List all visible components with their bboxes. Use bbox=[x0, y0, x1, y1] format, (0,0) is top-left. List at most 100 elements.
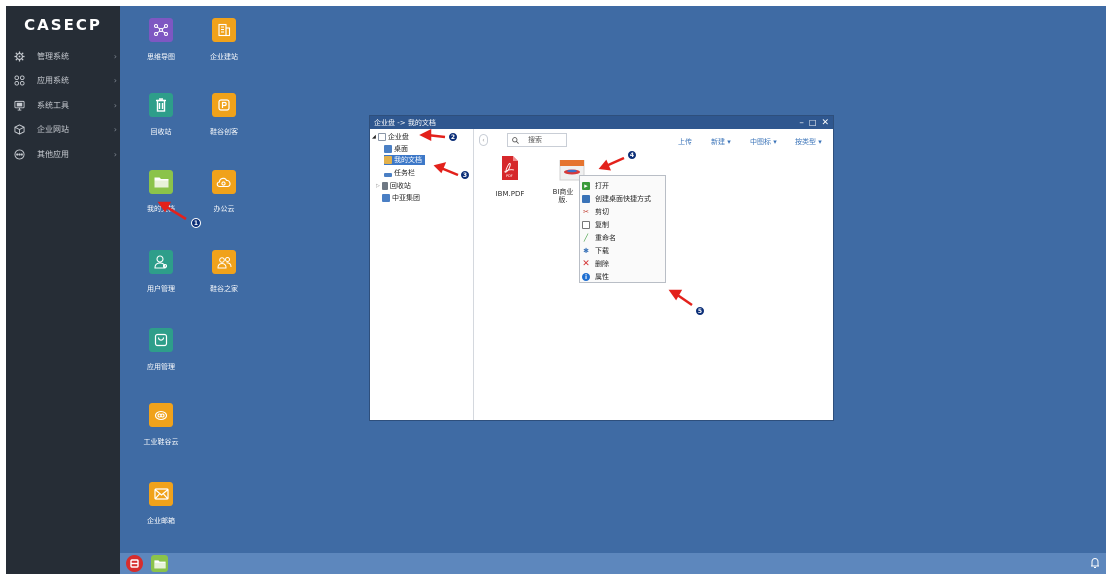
desktop-icon-site-builder[interactable]: 企业建站 bbox=[194, 18, 254, 62]
upload-button[interactable]: 上传 bbox=[678, 137, 692, 147]
view-size-dropdown[interactable]: 中图标 ▾ bbox=[750, 137, 777, 147]
apps-grid-icon bbox=[13, 75, 25, 87]
menu-item-create-shortcut[interactable]: 创建桌面快捷方式 bbox=[582, 194, 651, 204]
cut-icon: ✂ bbox=[583, 208, 589, 216]
chevron-right-icon: › bbox=[113, 100, 117, 110]
annotation-badge-5: 5 bbox=[695, 306, 705, 316]
desktop-icon-app-management[interactable]: 应用管理 bbox=[131, 328, 191, 372]
desktop-icon-recycle-bin[interactable]: 回收站 bbox=[131, 93, 191, 137]
desktop-icon-user-management[interactable]: 用户管理 bbox=[131, 250, 191, 294]
sidebar-item-management[interactable]: 管理系统 › bbox=[6, 44, 120, 69]
desktop-icon-mindmap[interactable]: 思维导图 bbox=[131, 18, 191, 62]
tree-node-label: 我的文档 bbox=[394, 156, 422, 164]
annotation-badge-2: 2 bbox=[448, 132, 458, 142]
desktop-icon-mail[interactable]: 企业邮箱 bbox=[131, 482, 191, 526]
chevron-right-icon: › bbox=[113, 76, 117, 86]
svg-text:PDF: PDF bbox=[506, 174, 513, 178]
close-icon[interactable]: ✕ bbox=[821, 118, 829, 128]
tree-node-taskbar[interactable]: 任务栏 bbox=[384, 168, 415, 178]
group-icon bbox=[212, 250, 236, 274]
rename-icon: ╱ bbox=[583, 234, 589, 242]
expand-icon: ◢ bbox=[372, 134, 376, 140]
industry-cloud-icon bbox=[149, 403, 173, 427]
sidebar-item-label: 其他应用 bbox=[37, 149, 69, 159]
tree-node-label: 中亚集团 bbox=[392, 194, 420, 202]
cloud-icon bbox=[212, 170, 236, 194]
logo: CASECP bbox=[24, 16, 102, 34]
context-menu: ▸ 打开 创建桌面快捷方式 ✂ 剪切 复制 ╱ 重命名 ✱ 下载 ✕ 删除 i … bbox=[579, 175, 666, 283]
sidebar-item-tools[interactable]: 系统工具 › bbox=[6, 93, 120, 118]
file-name: IBM.PDF bbox=[495, 190, 525, 198]
bag-icon bbox=[149, 328, 173, 352]
desktop-screen-icon bbox=[384, 145, 392, 153]
sort-dropdown[interactable]: 按类型 ▾ bbox=[795, 137, 822, 147]
sidebar-item-website[interactable]: 企业网站 › bbox=[6, 118, 120, 143]
tree-node-desktop[interactable]: 桌面 bbox=[384, 144, 408, 154]
drive-icon bbox=[377, 133, 386, 141]
menu-item-label: 删除 bbox=[595, 260, 609, 268]
minimize-icon[interactable]: – bbox=[799, 118, 804, 128]
desktop-icon-label: 应用管理 bbox=[147, 363, 175, 371]
taskbar bbox=[120, 553, 1106, 574]
tree-node-group[interactable]: 中亚集团 bbox=[382, 193, 420, 203]
info-icon: i bbox=[582, 273, 590, 281]
desktop-icon-industry-cloud[interactable]: 工业鞋谷云 bbox=[131, 403, 191, 447]
mail-icon bbox=[149, 482, 173, 506]
sidebar-item-label: 系统工具 bbox=[37, 100, 69, 110]
menu-item-rename[interactable]: ╱ 重命名 bbox=[582, 233, 616, 243]
desktop-icon-label: 思维导图 bbox=[147, 53, 175, 61]
desktop-icon-office-cloud[interactable]: 办公云 bbox=[194, 170, 254, 214]
menu-item-copy[interactable]: 复制 bbox=[582, 220, 609, 230]
menu-item-delete[interactable]: ✕ 删除 bbox=[582, 259, 609, 269]
menu-item-open[interactable]: ▸ 打开 bbox=[582, 181, 609, 191]
chevron-right-icon: › bbox=[113, 149, 117, 159]
pdf-file-icon: PDF bbox=[502, 156, 518, 180]
menu-item-label: 打开 bbox=[595, 182, 609, 190]
menu-item-label: 属性 bbox=[595, 273, 609, 281]
desktop-icon-label: 工业鞋谷云 bbox=[143, 438, 179, 446]
taskbar-my-documents-button[interactable] bbox=[151, 555, 168, 572]
menu-item-label: 复制 bbox=[595, 221, 609, 229]
folder-icon bbox=[384, 156, 392, 164]
menu-item-label: 创建桌面快捷方式 bbox=[595, 195, 651, 203]
tree-node-enterprise-drive[interactable]: ◢ 企业盘 bbox=[372, 132, 409, 142]
sidebar-item-apps[interactable]: 应用系统 › bbox=[6, 69, 120, 94]
tree-node-my-documents[interactable]: 我的文档 bbox=[384, 155, 425, 165]
taskbar-start-button[interactable] bbox=[126, 555, 143, 572]
tree-node-recycle-bin[interactable]: ▷ 回收站 bbox=[376, 181, 411, 191]
menu-item-label: 剪切 bbox=[595, 208, 609, 216]
sidebar-item-label: 应用系统 bbox=[37, 76, 69, 86]
monitor-icon bbox=[13, 99, 25, 111]
tree-node-label: 回收站 bbox=[389, 182, 411, 190]
desktop-icon-label: 企业邮箱 bbox=[147, 517, 175, 525]
search-input[interactable]: 搜索 bbox=[507, 133, 567, 147]
maximize-icon[interactable]: □ bbox=[809, 118, 817, 127]
bell-icon[interactable] bbox=[1090, 557, 1100, 572]
annotation-badge-1: 1 bbox=[191, 218, 201, 228]
new-dropdown[interactable]: 新建 ▾ bbox=[711, 137, 731, 147]
user-icon bbox=[149, 250, 173, 274]
annotation-badge-3: 3 bbox=[460, 170, 470, 180]
annotation-badge-4: 4 bbox=[627, 150, 637, 160]
window-title-bar[interactable]: 企业盘 -> 我的文档 – □ ✕ bbox=[370, 116, 833, 129]
menu-item-cut[interactable]: ✂ 剪切 bbox=[582, 207, 609, 217]
desktop-icon-maker[interactable]: 鞋谷创客 bbox=[194, 93, 254, 137]
tree-node-label: 任务栏 bbox=[394, 169, 415, 177]
site-builder-icon bbox=[212, 18, 236, 42]
menu-item-properties[interactable]: i 属性 bbox=[582, 272, 609, 282]
menu-item-label: 下载 bbox=[595, 247, 609, 255]
search-placeholder: 搜索 bbox=[528, 136, 542, 144]
desktop-icon-label: 回收站 bbox=[150, 128, 172, 136]
desktop-icon-home[interactable]: 鞋谷之家 bbox=[194, 250, 254, 294]
folder-tree: ◢ 企业盘 桌面 我的文档 任务栏 ▷ 回收站 中亚集团 bbox=[370, 129, 474, 420]
sidebar-item-other[interactable]: 其他应用 › bbox=[6, 142, 120, 167]
desktop-icon-my-documents[interactable]: 我的文档 bbox=[131, 170, 191, 214]
file-item-pdf[interactable]: PDF IBM.PDF bbox=[490, 156, 530, 198]
desktop-icon-label: 鞋谷创客 bbox=[210, 128, 238, 136]
chevron-right-icon: › bbox=[113, 51, 117, 61]
menu-item-download[interactable]: ✱ 下载 bbox=[582, 246, 609, 256]
shortcut-icon bbox=[582, 195, 590, 203]
desktop-icon-label: 用户管理 bbox=[147, 285, 175, 293]
collapse-tree-button[interactable]: ‹ bbox=[479, 134, 488, 146]
download-icon: ✱ bbox=[583, 247, 589, 255]
